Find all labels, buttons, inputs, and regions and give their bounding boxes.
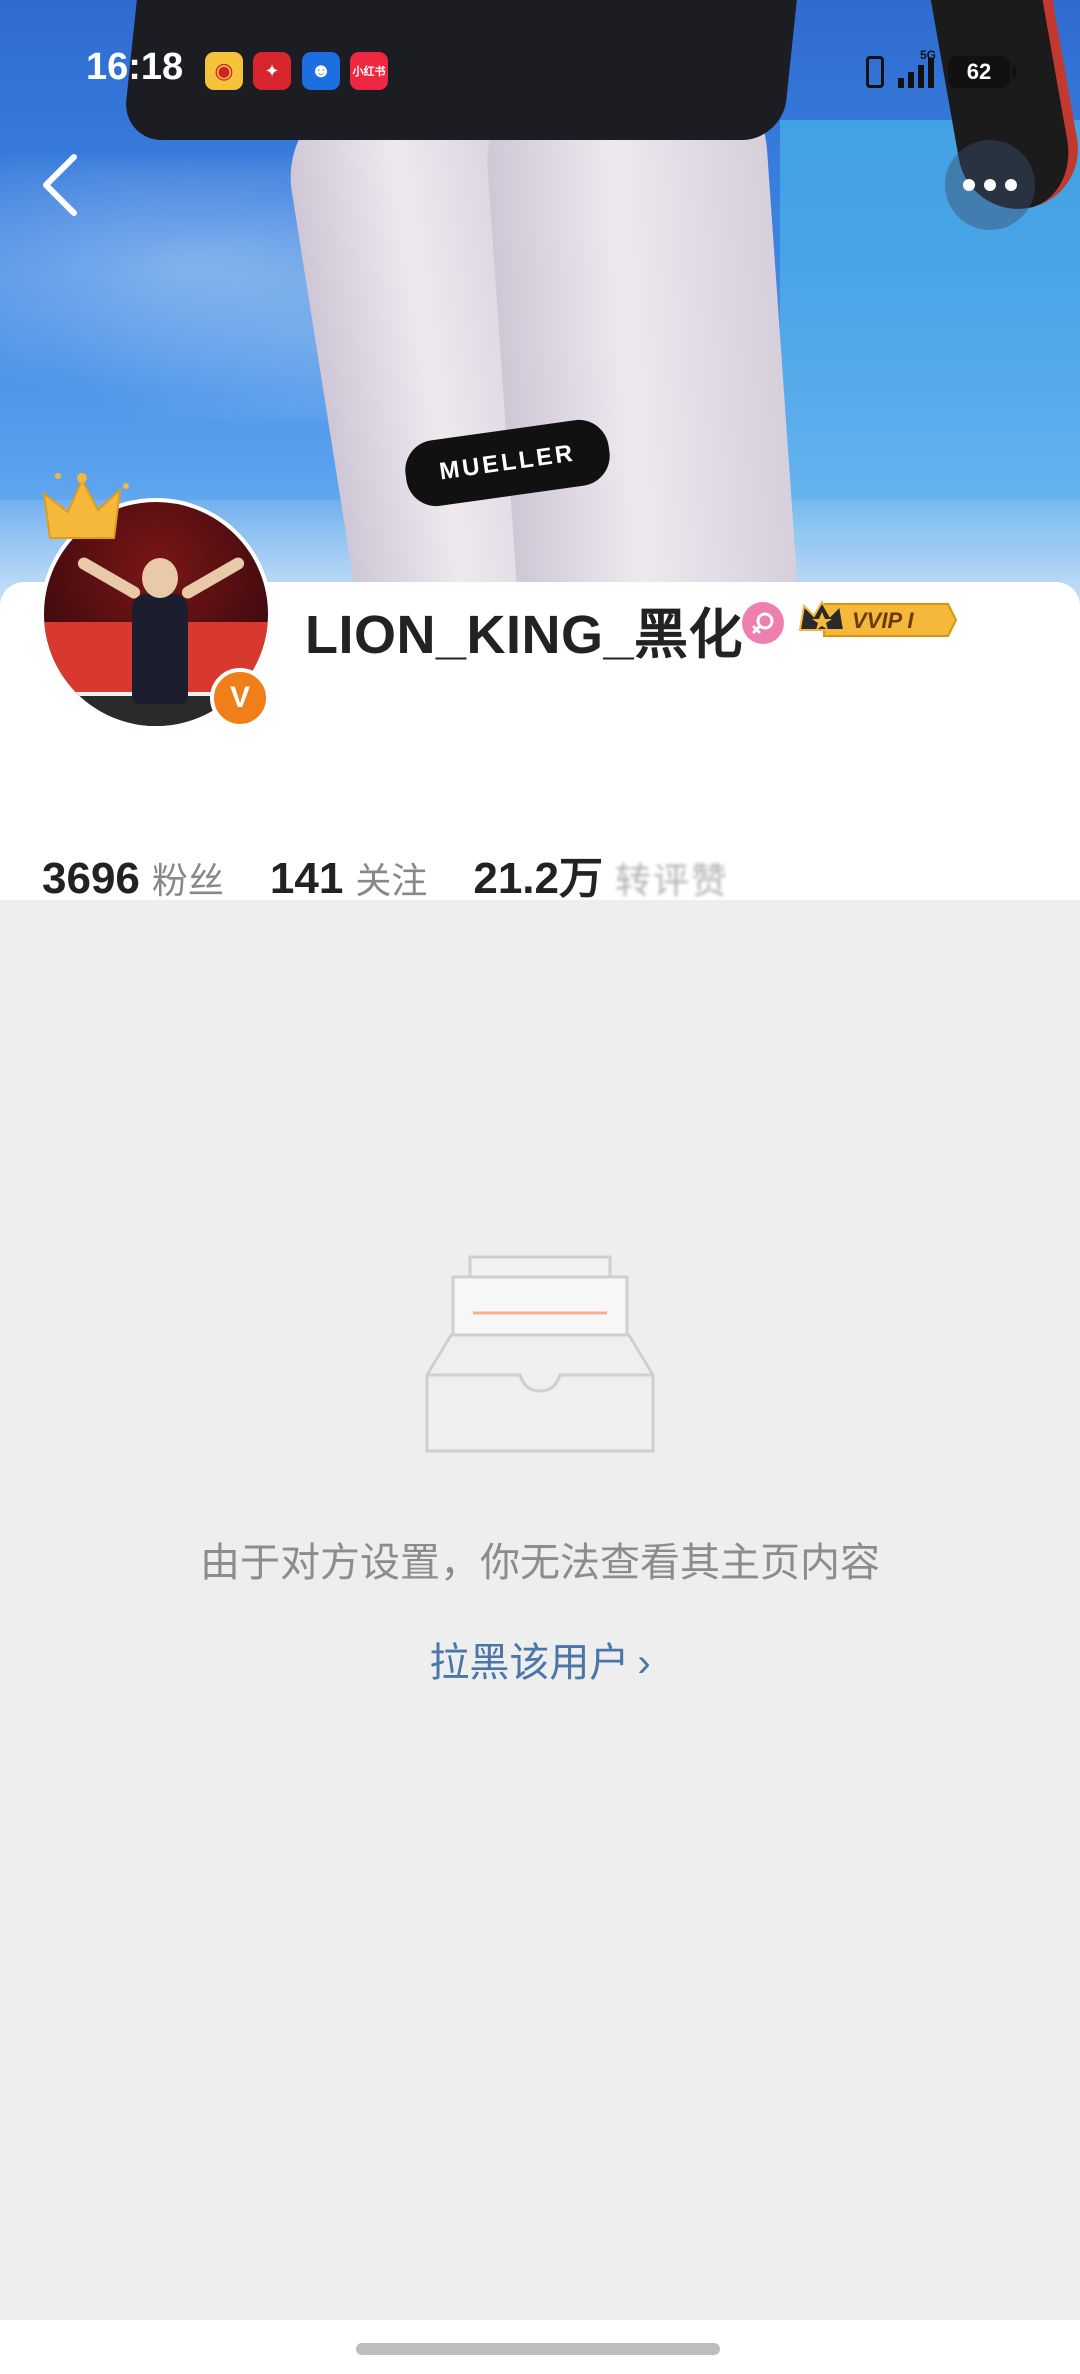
pinduoduo-icon: ✦ — [253, 52, 291, 90]
more-button[interactable] — [945, 140, 1035, 230]
vip-label: VVIP I — [852, 608, 914, 633]
status-time: 16:18 — [86, 46, 184, 88]
xiaohongshu-icon: 小红书 — [350, 52, 388, 90]
battery-icon: 62 — [948, 56, 1016, 88]
xiaohongshu-label: 小红书 — [352, 66, 386, 78]
signal-group: 5G — [898, 48, 936, 88]
home-indicator[interactable] — [356, 2343, 720, 2355]
vip-badge[interactable]: VVIP I — [798, 598, 958, 642]
followers-count: 3696 — [42, 854, 140, 903]
status-bar: 16:18 ◉ ✦ ☻ 小红书 5G 62 — [0, 40, 1080, 100]
profile-stats: 3696 粉丝 141 关注 21.2万 转评赞 — [42, 842, 775, 904]
following-label: 关注 — [355, 860, 428, 901]
avatar-container[interactable]: V — [40, 473, 272, 730]
more-dots-icon — [963, 179, 1017, 191]
followers-label: 粉丝 — [151, 860, 224, 901]
empty-message: 由于对方设置，你无法查看其主页内容 — [200, 1541, 880, 1585]
vibrate-icon — [866, 56, 884, 88]
qq-icon: ☻ — [302, 52, 340, 90]
stat-following[interactable]: 141 关注 — [270, 852, 427, 904]
empty-inbox-icon — [425, 1255, 655, 1453]
stat-followers[interactable]: 3696 粉丝 — [42, 852, 224, 904]
empty-state: 由于对方设置，你无法查看其主页内容 拉黑该用户 › — [0, 900, 1080, 2320]
knee-band-text: MUELLER — [437, 439, 578, 486]
female-gender-icon — [742, 602, 784, 644]
chevron-right-icon: › — [637, 1641, 651, 1685]
block-user-label: 拉黑该用户 — [429, 1641, 630, 1685]
following-count: 141 — [269, 854, 344, 903]
block-user-link[interactable]: 拉黑该用户 › — [0, 1630, 1080, 1688]
back-arrow-icon — [43, 154, 77, 216]
interactions-label: 转评赞 — [614, 860, 729, 901]
stat-interactions[interactable]: 21.2万 转评赞 — [473, 842, 729, 906]
weibo-icon: ◉ — [205, 52, 243, 90]
battery-level: 62 — [966, 59, 992, 84]
verified-badge-icon: V — [210, 668, 270, 728]
back-button[interactable] — [30, 150, 90, 220]
verified-mark: V — [229, 681, 250, 714]
username: LION_KING_黑化 — [305, 605, 744, 665]
interactions-count: 21.2万 — [473, 854, 603, 903]
status-indicators: 5G 62 — [866, 48, 1016, 92]
network-type: 5G — [920, 48, 937, 62]
crown-icon — [42, 473, 129, 539]
